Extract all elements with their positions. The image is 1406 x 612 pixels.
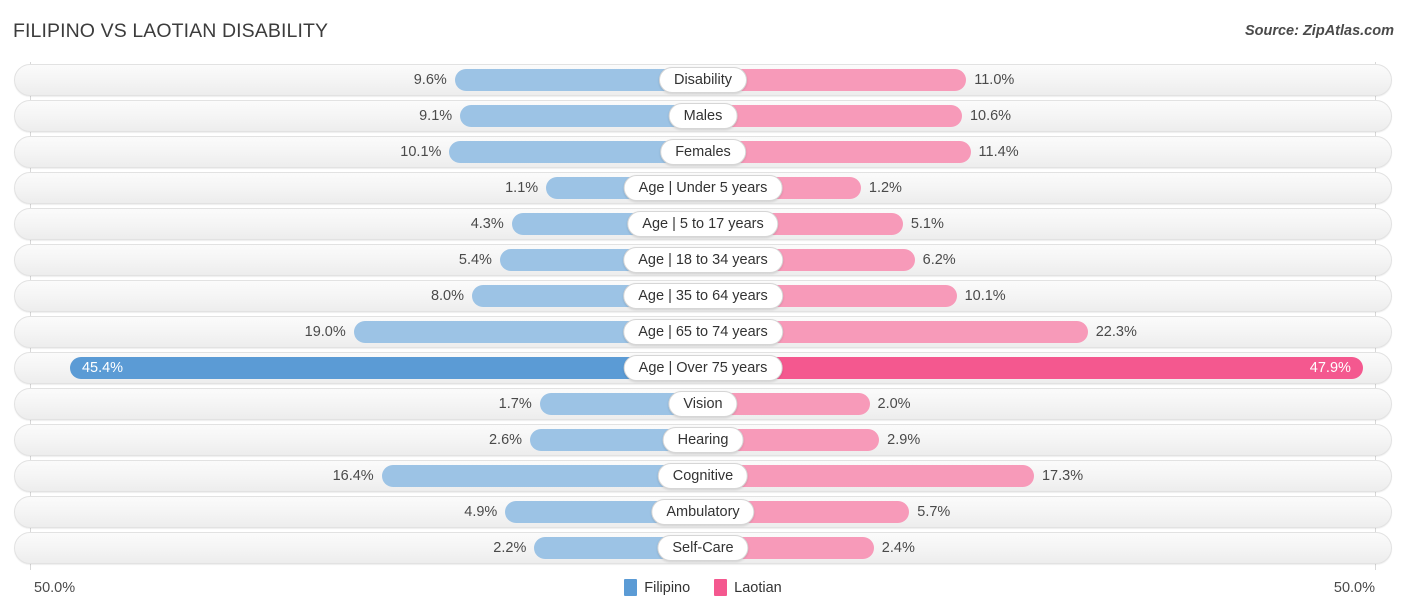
- table-row[interactable]: 9.6% 11.0% Disability: [0, 62, 1406, 98]
- table-row[interactable]: 16.4% 17.3% Cognitive: [0, 458, 1406, 494]
- value-label-laotian: 17.3%: [1041, 468, 1084, 484]
- value-label-laotian: 11.0%: [974, 72, 1015, 88]
- table-row[interactable]: 9.1% 10.6% Males: [0, 98, 1406, 134]
- table-row[interactable]: 1.1% 1.2% Age | Under 5 years: [0, 170, 1406, 206]
- category-label: Age | 5 to 17 years: [627, 211, 779, 237]
- chart-footer: 50.0% Filipino Laotian 50.0%: [0, 570, 1406, 612]
- chart-header: FILIPINO VS LAOTIAN DISABILITY Source: Z…: [0, 0, 1406, 62]
- category-label: Self-Care: [657, 535, 749, 561]
- value-label-filipino: 2.6%: [488, 432, 523, 448]
- table-row[interactable]: 8.0% 10.1% Age | 35 to 64 years: [0, 278, 1406, 314]
- value-label-filipino: 2.2%: [493, 540, 527, 556]
- table-row[interactable]: 45.4% 47.9% Age | Over 75 years: [0, 350, 1406, 386]
- value-label-laotian: 2.9%: [887, 432, 921, 448]
- value-label-filipino: 5.4%: [458, 252, 492, 268]
- chart-page: FILIPINO VS LAOTIAN DISABILITY Source: Z…: [0, 0, 1406, 612]
- bar-rows: 9.6% 11.0% Disability 9.1% 10.6% Males 10.1% 11…: [0, 62, 1406, 566]
- value-label-filipino: 16.4%: [332, 468, 374, 484]
- category-label: Age | 35 to 64 years: [623, 283, 783, 309]
- table-row[interactable]: 2.6% 2.9% Hearing: [0, 422, 1406, 458]
- value-label-laotian: 2.4%: [881, 540, 915, 556]
- value-label-filipino: 9.1%: [419, 108, 453, 124]
- bar-filipino: [381, 465, 703, 487]
- category-label: Males: [668, 103, 738, 129]
- source-label: Source: ZipAtlas.com: [1244, 23, 1394, 39]
- value-label-laotian: 6.2%: [922, 252, 956, 268]
- axis-label-right: 50.0%: [1333, 580, 1375, 596]
- legend-swatch-icon: [624, 579, 638, 596]
- legend-item[interactable]: Laotian: [714, 579, 782, 596]
- table-row[interactable]: 10.1% 11.4% Females: [0, 134, 1406, 170]
- table-row[interactable]: 1.7% 2.0% Vision: [0, 386, 1406, 422]
- value-label-filipino: 9.6%: [413, 72, 447, 88]
- value-label-filipino: 8.0%: [430, 288, 464, 304]
- table-row[interactable]: 4.9% 5.7% Ambulatory: [0, 494, 1406, 530]
- value-label-filipino: 19.0%: [304, 324, 346, 340]
- bar-laotian: [703, 105, 962, 127]
- chart-plot-area: 9.6% 11.0% Disability 9.1% 10.6% Males 10.1% 11…: [0, 62, 1406, 570]
- value-label-filipino: 10.1%: [400, 144, 442, 160]
- table-row[interactable]: 5.4% 6.2% Age | 18 to 34 years: [0, 242, 1406, 278]
- value-label-laotian: 5.1%: [910, 216, 944, 232]
- table-row[interactable]: 19.0% 22.3% Age | 65 to 74 years: [0, 314, 1406, 350]
- category-label: Disability: [658, 67, 748, 93]
- value-label-laotian: 10.6%: [969, 108, 1012, 124]
- value-label-laotian: 10.1%: [964, 288, 1006, 304]
- category-label: Cognitive: [657, 463, 749, 489]
- legend-item[interactable]: Filipino: [624, 579, 690, 596]
- category-label: Ambulatory: [651, 499, 755, 525]
- legend-label: Filipino: [644, 579, 691, 596]
- value-label-laotian: 11.4%: [978, 144, 1019, 160]
- category-label: Age | Under 5 years: [623, 175, 783, 201]
- table-row[interactable]: 4.3% 5.1% Age | 5 to 17 years: [0, 206, 1406, 242]
- table-row[interactable]: 2.2% 2.4% Self-Care: [0, 530, 1406, 566]
- category-label: Age | Over 75 years: [623, 355, 783, 381]
- value-label-laotian: 2.0%: [877, 396, 911, 412]
- category-label: Age | 65 to 74 years: [623, 319, 783, 345]
- value-label-laotian: 47.9%: [1309, 360, 1351, 376]
- value-label-laotian: 1.2%: [868, 180, 902, 196]
- bar-laotian: [703, 465, 1034, 487]
- value-label-laotian: 22.3%: [1095, 324, 1137, 340]
- legend-label: Laotian: [734, 579, 782, 596]
- value-label-filipino: 1.1%: [505, 180, 539, 196]
- category-label: Females: [660, 139, 746, 165]
- category-label: Age | 18 to 34 years: [623, 247, 783, 273]
- value-label-filipino: 45.4%: [81, 360, 124, 376]
- value-label-filipino: 4.9%: [464, 504, 498, 520]
- bar-filipino: [460, 105, 703, 127]
- category-label: Vision: [668, 391, 738, 417]
- legend-swatch-icon: [714, 579, 728, 596]
- page-title: FILIPINO VS LAOTIAN DISABILITY: [13, 20, 329, 42]
- category-label: Hearing: [662, 427, 744, 453]
- value-label-filipino: 4.3%: [470, 216, 504, 232]
- value-label-filipino: 1.7%: [498, 396, 532, 412]
- chart-legend: Filipino Laotian: [0, 579, 1406, 596]
- value-label-laotian: 5.7%: [917, 504, 951, 520]
